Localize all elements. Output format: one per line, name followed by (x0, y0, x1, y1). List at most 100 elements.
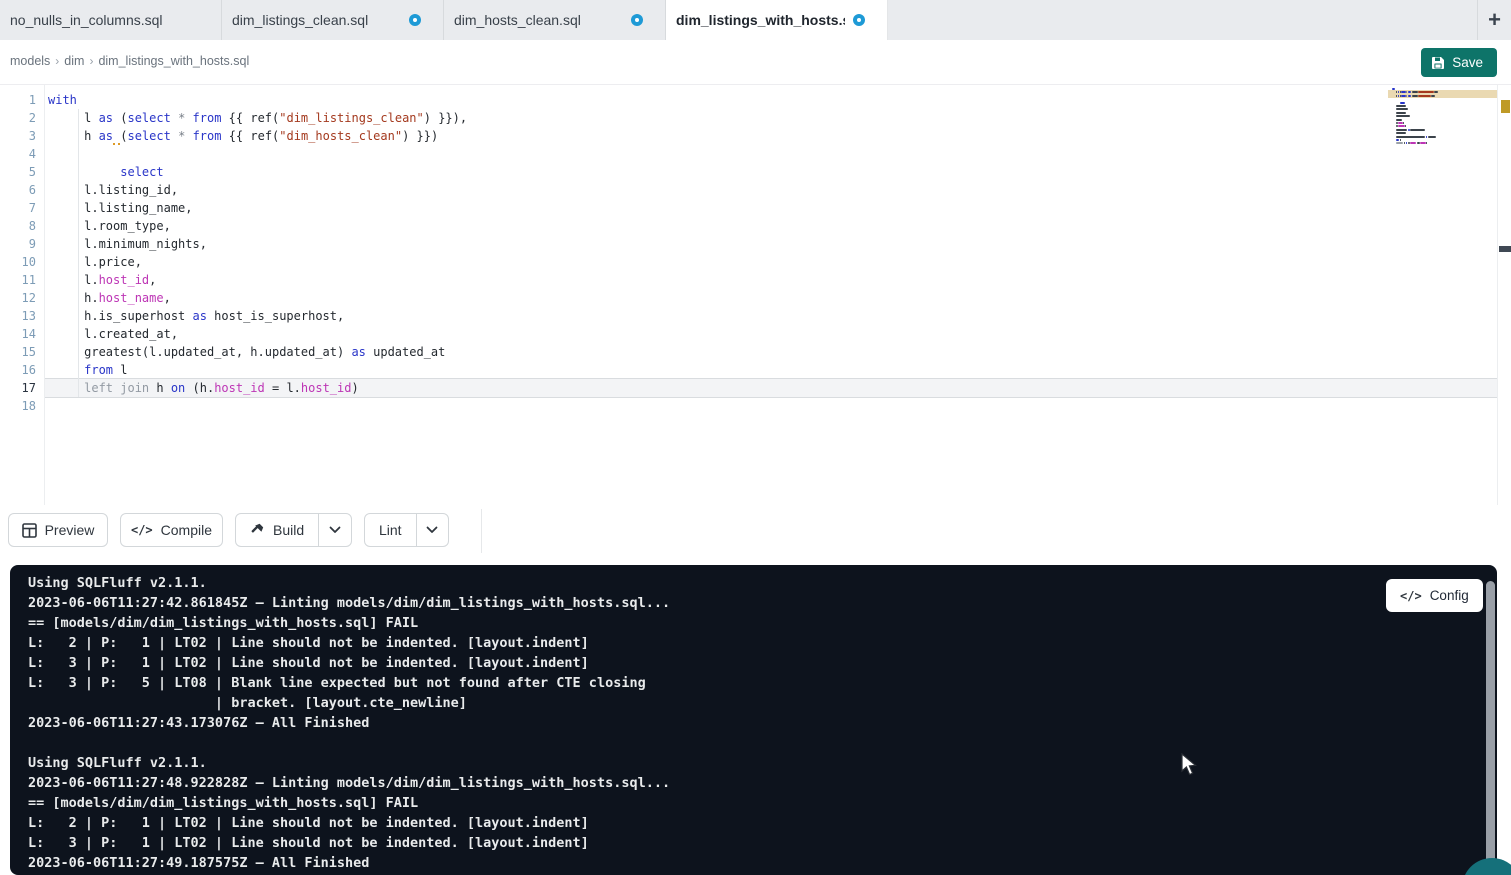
code-token: {{ ref( (221, 111, 279, 125)
code-token: select (127, 111, 170, 125)
minimap-line (1396, 136, 1425, 138)
terminal-scrollbar[interactable] (1486, 581, 1495, 875)
unsaved-changes-dot (409, 14, 421, 26)
code-token: , (149, 273, 156, 287)
code-token: l.created_at, (48, 327, 178, 341)
code-line-9: l.minimum_nights, (48, 235, 207, 253)
build-button[interactable]: Build (236, 514, 318, 546)
code-token: updated_at (366, 345, 445, 359)
terminal-line: L: 3 | P: 5 | LT08 | Blank line expected… (28, 673, 646, 693)
minimap-line (1396, 129, 1407, 131)
code-token (171, 111, 178, 125)
file-tab-no_nulls_in_columns[interactable]: no_nulls_in_columns.sql (0, 0, 222, 40)
save-button-label: Save (1452, 55, 1483, 70)
preview-button[interactable]: Preview (8, 513, 108, 547)
config-button-label: Config (1430, 588, 1469, 603)
line-number: 7 (0, 199, 36, 217)
minimap-line (1412, 95, 1418, 97)
code-line-16: from l (48, 361, 127, 379)
build-button-group: Build (235, 513, 352, 547)
file-tab-dim_listings_clean[interactable]: dim_listings_clean.sql (222, 0, 444, 40)
code-token (48, 165, 120, 179)
config-button[interactable]: </> Config (1386, 579, 1483, 612)
new-tab-button[interactable]: + (1477, 0, 1511, 40)
minimap-line (1396, 142, 1403, 144)
code-brackets-icon: </> (1400, 589, 1422, 603)
save-button[interactable]: Save (1421, 48, 1497, 77)
terminal-line: L: 2 | P: 1 | LT02 | Line should not be … (28, 813, 589, 833)
chevron-down-icon (329, 526, 341, 534)
code-line-10: l.price, (48, 253, 142, 271)
minimap-line (1396, 105, 1406, 107)
minimap-line (1400, 139, 1401, 141)
breadcrumb-item[interactable]: dim (64, 54, 84, 68)
save-floppy-icon (1431, 56, 1445, 70)
minimap-line (1426, 142, 1427, 144)
warning-marker (1501, 100, 1510, 113)
minimap[interactable] (1388, 85, 1497, 505)
file-tab-dim_hosts_clean[interactable]: dim_hosts_clean.sql (444, 0, 666, 40)
code-line-2: l as (select * from {{ ref("dim_listings… (48, 109, 467, 127)
line-number: 14 (0, 325, 36, 343)
code-token: l.listing_name, (48, 201, 193, 215)
line-number: 10 (0, 253, 36, 271)
compile-button[interactable]: </> Compile (120, 513, 223, 547)
code-line-12: h.host_name, (48, 289, 171, 307)
code-line-13: h.is_superhost as host_is_superhost, (48, 307, 344, 325)
code-token: = l. (265, 381, 301, 395)
line-number: 16 (0, 361, 36, 379)
code-token: host_id (301, 381, 352, 395)
code-line-14: l.created_at, (48, 325, 178, 343)
code-token: ) }}), (424, 111, 467, 125)
line-number: 3 (0, 127, 36, 145)
code-token: select (128, 129, 171, 143)
code-token: from (193, 111, 222, 125)
code-line-15: greatest(l.updated_at, h.updated_at) as … (48, 343, 445, 361)
minimap-line (1410, 142, 1416, 144)
unsaved-changes-dot (853, 14, 865, 26)
code-token: greatest(l.updated_at, h.updated_at) (48, 345, 351, 359)
code-brackets-icon: </> (131, 523, 153, 537)
code-line-5: select (48, 163, 164, 181)
breadcrumb-item[interactable]: models (10, 54, 50, 68)
minimap-line (1396, 95, 1397, 97)
build-button-label: Build (273, 522, 304, 538)
preview-grid-icon (22, 523, 37, 538)
build-dropdown-button[interactable] (318, 514, 350, 546)
mouse-cursor (1180, 753, 1200, 777)
code-token: as (193, 309, 207, 323)
code-editor[interactable]: 1with2 l as (select * from {{ ref("dim_l… (0, 85, 1511, 505)
minimap-line (1396, 115, 1410, 117)
terminal-line: Using SQLFluff v2.1.1. (28, 573, 207, 593)
code-token: as (99, 111, 113, 125)
terminal-line: L: 2 | P: 1 | LT02 | Line should not be … (28, 633, 589, 653)
toolbar-divider (481, 509, 482, 553)
cursor-marker (1499, 246, 1511, 252)
code-token (185, 129, 192, 143)
code-line-3: h as (select * from {{ ref("dim_hosts_cl… (48, 127, 438, 145)
minimap-line (1426, 136, 1428, 138)
code-line-11: l.host_id, (48, 271, 156, 289)
code-token: ( (113, 111, 127, 125)
code-token: with (48, 93, 77, 107)
line-number: 2 (0, 109, 36, 127)
minimap-line (1405, 125, 1406, 127)
code-token: l (48, 111, 99, 125)
code-token: h (156, 381, 170, 395)
code-token: host_id (214, 381, 265, 395)
code-token: host_is_superhost, (207, 309, 344, 323)
file-tab-dim_listings_with_hosts[interactable]: dim_listings_with_hosts.sql (666, 0, 888, 40)
overview-ruler-separator (1497, 85, 1498, 505)
code-token: ) (351, 381, 358, 395)
terminal-line: | bracket. [layout.cte_newline] (28, 693, 467, 713)
lint-button[interactable]: Lint (365, 514, 416, 546)
code-token: host_id (99, 273, 150, 287)
minimap-line (1398, 95, 1400, 97)
lint-button-group: Lint (364, 513, 449, 547)
terminal-line: == [models/dim/dim_listings_with_hosts.s… (28, 793, 418, 813)
minimap-line (1396, 119, 1402, 121)
code-token: ( (120, 129, 127, 143)
lint-dropdown-button[interactable] (416, 514, 448, 546)
minimap-line (1392, 88, 1395, 90)
breadcrumb-item[interactable]: dim_listings_with_hosts.sql (98, 54, 249, 68)
